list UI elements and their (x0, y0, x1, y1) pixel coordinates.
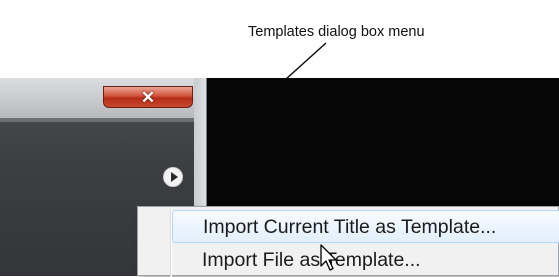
templates-popup-menu: Import Current Title as Template... Impo… (137, 206, 559, 277)
menu-item-import-current-title[interactable]: Import Current Title as Template... (172, 210, 559, 243)
close-button[interactable]: ✕ (103, 86, 193, 108)
menu-item-import-file[interactable]: Import File as Template... (172, 244, 559, 277)
mouse-pointer-icon (320, 244, 337, 271)
play-arrow-icon (170, 172, 178, 182)
close-icon: ✕ (140, 87, 156, 107)
callout-label: Templates dialog box menu (248, 24, 425, 40)
templates-menu-button[interactable] (163, 167, 183, 187)
